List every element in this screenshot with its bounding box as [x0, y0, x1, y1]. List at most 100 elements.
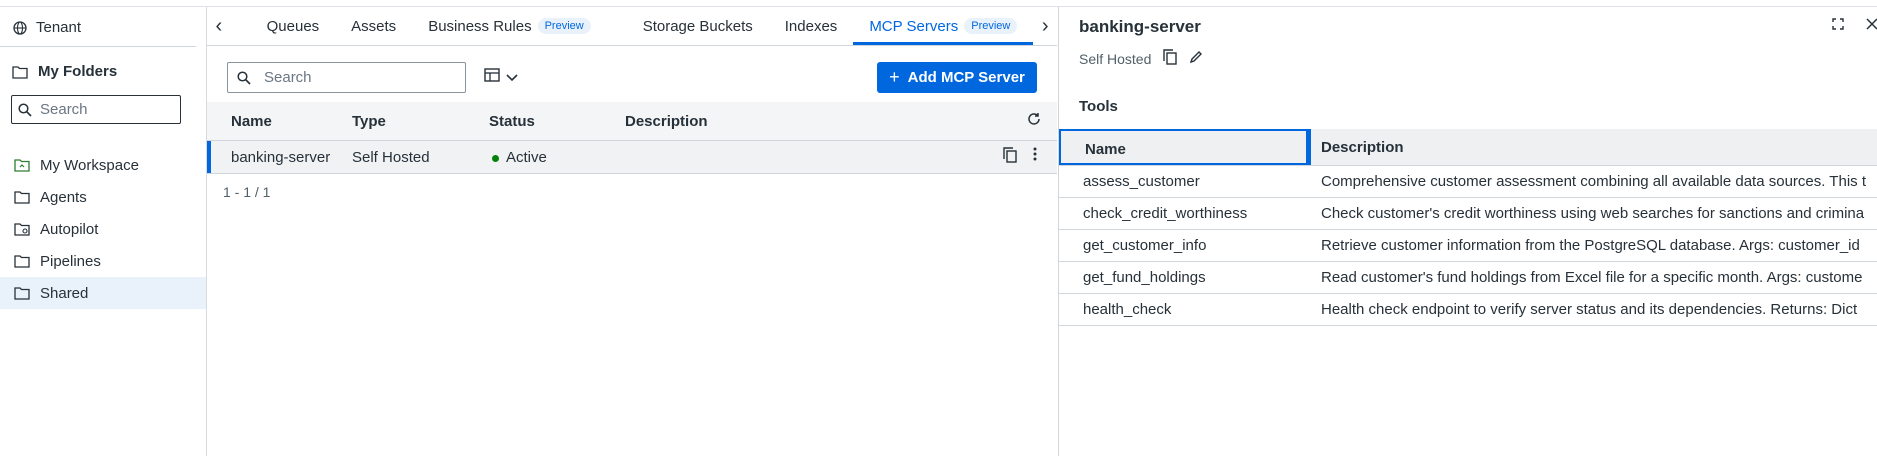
cell-type: Self Hosted [352, 149, 430, 166]
folder-label: My Workspace [40, 156, 139, 174]
tool-row[interactable]: get_fund_holdings Read customer's fund h… [1059, 262, 1877, 294]
tabs-scroll-right[interactable]: › [1033, 7, 1057, 45]
folder-label: Agents [40, 188, 87, 206]
tab-label: Queues [266, 17, 320, 35]
detail-subtitle: Self Hosted [1079, 50, 1152, 67]
workspace-folder-icon [14, 157, 30, 173]
tab-assets[interactable]: Assets [335, 7, 412, 45]
folder-item-agents[interactable]: Agents [0, 181, 206, 213]
tool-row[interactable]: check_credit_worthiness Check customer's… [1059, 198, 1877, 230]
folder-search-box[interactable] [11, 95, 182, 124]
tool-row[interactable]: health_check Health check endpoint to ve… [1059, 294, 1877, 326]
divider [0, 46, 196, 47]
autopilot-folder-icon [14, 221, 30, 237]
copy-icon[interactable] [1003, 147, 1017, 167]
detail-title: banking-server [1079, 17, 1201, 36]
tool-name: get_fund_holdings [1083, 269, 1206, 286]
grid-header: Name Type Status Description [207, 102, 1057, 141]
tools-section-title: Tools [1079, 98, 1118, 115]
folder-item-autopilot[interactable]: Autopilot [0, 213, 206, 245]
pagination-summary: 1 - 1 / 1 [223, 184, 271, 200]
detail-panel: banking-server Self Hosted Tools Name De… [1058, 7, 1877, 456]
folder-item-shared[interactable]: Shared [0, 277, 206, 309]
folder-icon [12, 64, 28, 80]
tool-row[interactable]: assess_customer Comprehensive customer a… [1059, 166, 1877, 198]
tabs-scroll-left[interactable]: ‹ [207, 7, 231, 45]
column-header-type[interactable]: Type [352, 113, 386, 130]
detail-subtitle-row: Self Hosted [1079, 49, 1203, 68]
column-picker-button[interactable] [484, 68, 518, 85]
tool-description: Health check endpoint to verify server s… [1321, 301, 1858, 318]
tab-storage-buckets[interactable]: Storage Buckets [607, 7, 769, 45]
tools-column-header-name[interactable]: Name [1059, 129, 1311, 165]
tool-description: Read customer's fund holdings from Excel… [1321, 269, 1863, 286]
more-options-icon[interactable] [1033, 147, 1037, 165]
cell-name: banking-server [231, 149, 331, 166]
search-icon [18, 102, 32, 118]
edit-icon[interactable] [1189, 50, 1203, 67]
expand-icon[interactable] [1832, 17, 1844, 33]
folder-label: Autopilot [40, 220, 99, 238]
folder-label: Shared [40, 284, 89, 302]
folder-item-pipelines[interactable]: Pipelines [0, 245, 206, 277]
row-selected-indicator [207, 141, 211, 173]
tab-mcp-servers[interactable]: MCP Servers Preview [853, 7, 1034, 45]
tool-name: check_credit_worthiness [1083, 205, 1248, 222]
folder-search-input[interactable] [38, 100, 182, 119]
tool-name: get_customer_info [1083, 237, 1207, 254]
preview-badge: Preview [964, 18, 1018, 34]
chevron-right-icon: › [1041, 14, 1049, 37]
top-bar [0, 0, 1877, 7]
add-button-label: Add MCP Server [907, 69, 1025, 86]
detail-window-controls [1832, 17, 1877, 33]
table-row[interactable]: banking-server Self Hosted Active [207, 141, 1057, 174]
tab-label: Indexes [784, 17, 838, 35]
plus-icon: + [889, 67, 900, 87]
tools-table-header: Name Description [1059, 129, 1877, 166]
main-content: ‹ Queues Assets Business Rules Preview S… [207, 7, 1057, 456]
tab-bar: ‹ Queues Assets Business Rules Preview S… [207, 7, 1057, 46]
column-header-status[interactable]: Status [489, 113, 535, 130]
status-label: Active [506, 149, 547, 166]
tool-row[interactable]: get_customer_info Retrieve customer info… [1059, 230, 1877, 262]
tool-description: Check customer's credit worthiness using… [1321, 205, 1865, 222]
my-folders-label: My Folders [38, 63, 118, 80]
copy-icon[interactable] [1163, 49, 1178, 68]
grid-search-box[interactable] [227, 62, 466, 93]
chevron-left-icon: ‹ [215, 14, 223, 37]
chevron-down-icon [506, 69, 518, 85]
status-dot [492, 154, 499, 162]
tab-label: Business Rules [428, 17, 532, 35]
preview-badge: Preview [537, 18, 591, 34]
tool-description: Retrieve customer information from the P… [1321, 237, 1860, 254]
folder-icon [14, 189, 30, 205]
tab-label: MCP Servers [869, 17, 959, 35]
globe-icon [12, 20, 28, 36]
tenant-selector[interactable]: Tenant [12, 19, 81, 36]
tool-name: health_check [1083, 301, 1172, 318]
column-header-name[interactable]: Name [231, 113, 272, 130]
my-folders-header: My Folders [12, 63, 117, 80]
tab-label: Assets [351, 17, 397, 35]
refresh-icon[interactable] [1027, 112, 1041, 131]
folder-icon [14, 253, 30, 269]
folder-label: Pipelines [40, 252, 101, 270]
tool-description: Comprehensive customer assessment combin… [1321, 173, 1866, 190]
add-mcp-server-button[interactable]: + Add MCP Server [877, 62, 1037, 93]
tab-indexes[interactable]: Indexes [769, 7, 854, 45]
tool-name: assess_customer [1083, 173, 1200, 190]
folder-icon [14, 285, 30, 301]
tools-column-header-description[interactable]: Description [1321, 139, 1404, 156]
column-header-description[interactable]: Description [625, 113, 708, 130]
tab-label: Storage Buckets [642, 17, 753, 35]
table-columns-icon [484, 68, 500, 85]
grid-toolbar: + Add MCP Server [207, 46, 1057, 101]
tab-queues[interactable]: Queues [231, 7, 336, 45]
search-icon [236, 70, 252, 86]
close-icon[interactable] [1866, 17, 1877, 33]
tab-business-rules[interactable]: Business Rules Preview [412, 7, 607, 45]
grid-search-input[interactable] [262, 68, 446, 87]
cell-status: Active [492, 149, 547, 166]
folder-item-my-workspace[interactable]: My Workspace [0, 149, 206, 181]
tenant-label: Tenant [36, 19, 82, 36]
